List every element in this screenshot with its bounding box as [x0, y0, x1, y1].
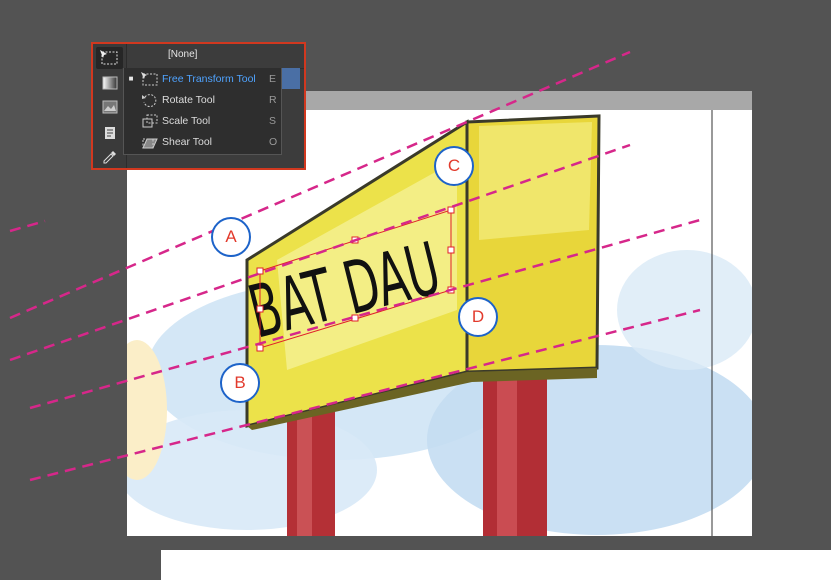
- free-transform-icon: [138, 70, 162, 88]
- callout-a: A: [211, 217, 251, 257]
- document-tab-bar: [300, 91, 752, 111]
- menu-item-shear[interactable]: Shear Tool O: [124, 131, 281, 152]
- menu-item-free-transform[interactable]: ■ Free Transform Tool E: [124, 68, 281, 89]
- callout-b: B: [220, 363, 260, 403]
- shear-icon: [138, 133, 162, 151]
- gradient-feather-icon[interactable]: [96, 96, 123, 118]
- note-icon[interactable]: [96, 122, 123, 144]
- swatch-name: [None]: [168, 49, 198, 60]
- rotate-icon: [138, 91, 162, 109]
- transform-tools-flyout: ■ Free Transform Tool E Rotate Tool R Sc…: [123, 68, 282, 155]
- tool-column: [93, 44, 127, 168]
- gradient-swatch-icon[interactable]: [96, 72, 123, 94]
- menu-item-scale[interactable]: Scale Tool S: [124, 110, 281, 131]
- menu-item-rotate[interactable]: Rotate Tool R: [124, 89, 281, 110]
- flyout-highlight-strip: [280, 68, 300, 89]
- eyedropper-icon[interactable]: [96, 146, 123, 168]
- selected-bullet-icon: ■: [128, 74, 134, 83]
- callout-c: C: [434, 146, 474, 186]
- swatch-row[interactable]: [None]: [127, 44, 304, 69]
- scale-icon: [138, 112, 162, 130]
- free-transform-icon[interactable]: [96, 47, 123, 69]
- callout-d: D: [458, 297, 498, 337]
- next-page: [161, 550, 831, 580]
